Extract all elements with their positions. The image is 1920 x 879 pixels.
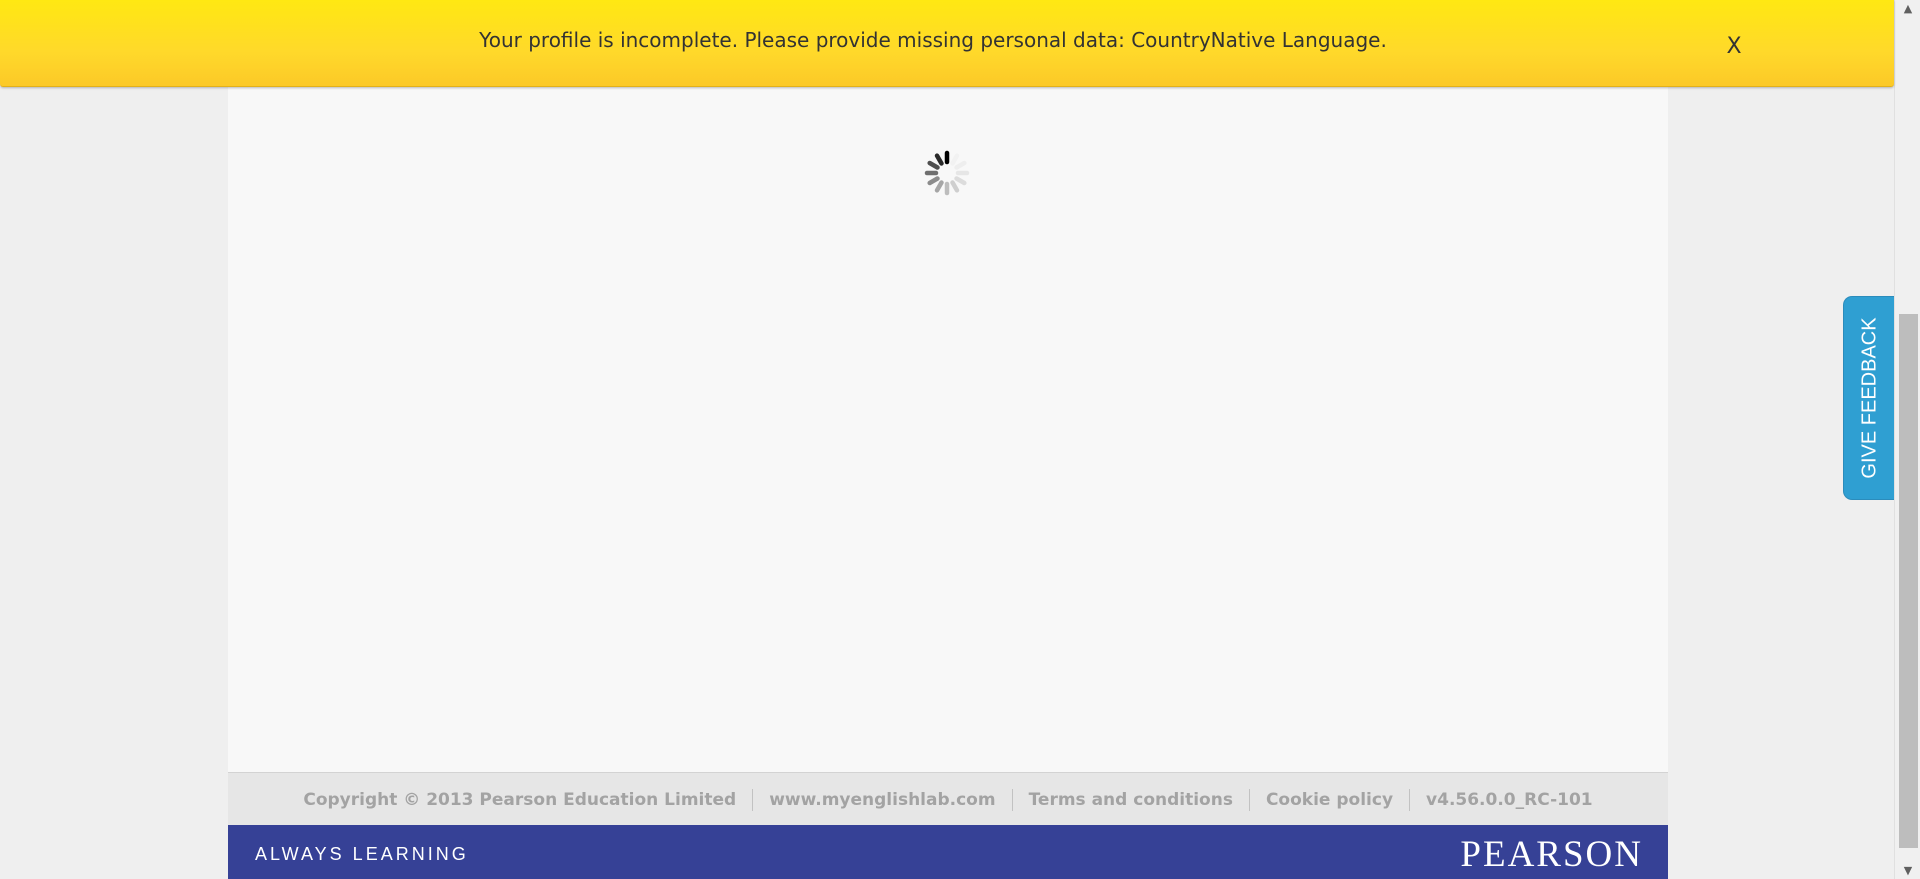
- pearson-logo: PEARSON: [1460, 834, 1643, 875]
- scroll-thumb[interactable]: [1899, 314, 1918, 848]
- close-icon[interactable]: X: [1722, 35, 1746, 59]
- cookie-policy-link[interactable]: Cookie policy: [1250, 790, 1409, 810]
- tagline: ALWAYS LEARNING: [255, 844, 469, 864]
- profile-incomplete-banner: Your profile is incomplete. Please provi…: [0, 0, 1894, 87]
- brand-bar: ALWAYS LEARNING PEARSON: [228, 825, 1668, 879]
- site-link[interactable]: www.myenglishlab.com: [753, 790, 1011, 810]
- terms-link[interactable]: Terms and conditions: [1013, 790, 1249, 810]
- give-feedback-button[interactable]: GIVE FEEDBACK: [1843, 296, 1895, 500]
- loading-spinner-icon: [924, 150, 970, 196]
- scroll-up-arrow-icon[interactable]: ▲: [1895, 0, 1920, 17]
- vertical-scrollbar[interactable]: ▲ ▼: [1894, 0, 1920, 879]
- banner-message: Your profile is incomplete. Please provi…: [479, 28, 1387, 52]
- give-feedback-label: GIVE FEEDBACK: [1858, 317, 1880, 479]
- version-text: v4.56.0.0_RC-101: [1426, 789, 1593, 810]
- copyright-text: Copyright © 2013 Pearson Education Limit…: [303, 789, 737, 810]
- scroll-down-arrow-icon[interactable]: ▼: [1895, 862, 1920, 879]
- main-content: [228, 0, 1668, 879]
- footer-links: Copyright © 2013 Pearson Education Limit…: [228, 772, 1668, 826]
